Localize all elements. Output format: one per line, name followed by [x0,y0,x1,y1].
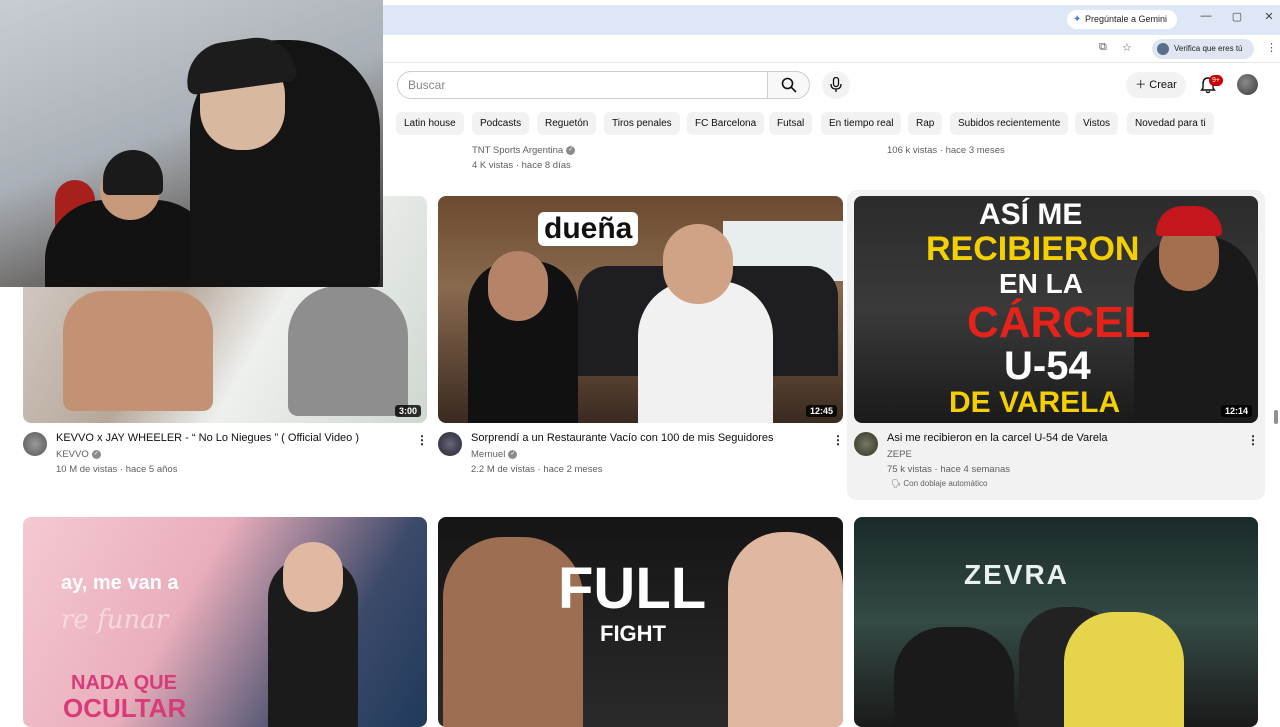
minimize-button[interactable]: — [1198,10,1214,22]
thumb-fighter-right [728,532,843,727]
channel-avatar[interactable] [23,432,47,456]
video-title[interactable]: Asi me recibieron en la carcel U-54 de V… [887,432,1108,444]
close-window-button[interactable]: ✕ [1261,10,1277,23]
plus-icon: ＋ [1135,79,1150,91]
dub-icon: 🗣 [891,479,904,488]
chip-regueton[interactable]: Reguetón [537,112,597,135]
thumb-face [663,224,733,304]
video-stats: 10 M de vistas · hace 5 años [56,464,178,475]
video-thumbnail-6[interactable]: ZEVRA [854,517,1258,727]
video-stats: 75 k vistas · hace 4 semanas [887,464,1011,475]
account-avatar[interactable] [1237,74,1258,95]
chip-tiros-penales[interactable]: Tiros penales [604,112,680,135]
thumb-face [283,542,343,612]
thumb-overlay-line: EN LA [999,268,1083,299]
chip-podcasts[interactable]: Podcasts [472,112,530,135]
video-thumbnail-4[interactable]: ay, me van a re funar NADA QUE OCULTAR [23,517,427,727]
thumb-overlay-line: ASÍ ME [979,198,1083,231]
search-button[interactable] [767,71,810,99]
verified-icon: ✓ [566,145,576,155]
notification-badge: 9+ [1209,75,1223,86]
more-actions-icon[interactable]: ⋮ [1247,433,1259,447]
chip-latin-house[interactable]: Latin house [396,112,464,135]
video-duration: 12:14 [1220,405,1252,417]
ask-gemini-button[interactable]: ✦ Pregúntale a Gemini [1067,10,1177,29]
more-actions-icon[interactable]: ⋮ [416,433,428,447]
gemini-label: Pregúntale a Gemini [1085,14,1168,24]
thumb-overlay-text: OCULTAR [63,693,187,723]
browser-menu-icon[interactable]: ⋮ [1266,41,1277,54]
verified-icon: ✓ [91,449,101,459]
thumb-overlay-line: DE VARELA [949,386,1121,419]
thumb-figure [288,286,408,416]
thumb-overlay-text: NADA QUE [71,672,177,694]
thumb-overlay-text: re funar [61,605,169,635]
webcam-cap [103,150,163,195]
address-bar[interactable] [383,35,1280,63]
prev-video-stats: 4 K vistas · hace 8 días [472,160,571,171]
thumb-figure [894,627,1014,727]
prev-video-channel[interactable]: TNT Sports Argentina ✓ [472,145,576,156]
thumb-figure [1064,612,1184,727]
more-actions-icon[interactable]: ⋮ [832,433,844,447]
chip-subidos-recientemente[interactable]: Subidos recientemente [950,112,1069,135]
chip-rap[interactable]: Rap [908,112,943,135]
thumb-overlay-line: CÁRCEL [967,298,1151,347]
video-stats: 2.2 M de vistas · hace 2 meses [471,464,603,475]
thumb-cap [1156,206,1222,236]
thumb-overlay-text: FIGHT [600,621,666,646]
voice-search-button[interactable] [822,71,850,99]
verify-profile-button[interactable]: Verifica que eres tú [1152,39,1254,59]
channel-avatar[interactable] [854,432,878,456]
thumb-overlay-text: ay, me van a [61,572,179,594]
thumb-overlay-text: ZEVRA [964,559,1069,590]
create-label: Crear [1149,79,1177,91]
video-title[interactable]: KEVVO x JAY WHEELER - “ No Lo Niegues ” … [56,432,359,444]
channel-name[interactable]: Mernuel ✓ [471,449,518,460]
video-duration: 3:00 [394,405,421,417]
create-button[interactable]: ＋ Crear [1126,72,1186,98]
chip-futsal[interactable]: Futsal [769,112,813,135]
chip-fc-barcelona[interactable]: FC Barcelona [687,112,765,135]
mic-icon [830,77,842,92]
verified-icon: ✓ [508,449,518,459]
gemini-sparkle-icon: ✦ [1073,14,1082,25]
scrollbar-thumb[interactable] [1274,410,1278,424]
bookmark-star-icon[interactable]: ☆ [1122,41,1132,54]
video-thumbnail-3[interactable]: ASÍ ME RECIBIERON EN LA CÁRCEL U-54 DE V… [854,196,1258,423]
channel-name[interactable]: KEVVO ✓ [56,449,101,460]
channel-name[interactable]: ZEPE [887,449,912,460]
thumb-overlay-text: dueña [538,212,639,246]
chip-en-tiempo-real[interactable]: En tiempo real [821,112,902,135]
chip-vistos[interactable]: Vistos [1075,112,1119,135]
search-input[interactable]: Buscar [397,71,768,99]
video-thumbnail-2[interactable]: dueña 12:45 [438,196,843,423]
thumb-overlay-line: RECIBIERON [926,230,1140,268]
prev-video-stats-2: 106 k vistas · hace 3 meses [887,145,1005,156]
video-thumbnail-5[interactable]: FULL FIGHT [438,517,843,727]
thumb-overlay-text: FULL [558,556,707,621]
webcam-overlay [0,0,383,287]
thumb-figure [63,291,213,411]
thumb-overlay-line: U-54 [1004,344,1091,388]
auto-dub-badge: 🗣 Con doblaje automático [891,479,988,488]
channel-avatar[interactable] [438,432,462,456]
profile-avatar-icon [1157,43,1169,55]
video-duration: 12:45 [805,405,837,417]
verify-label: Verifica que eres tú [1174,44,1243,53]
video-title[interactable]: Sorprendí a un Restaurante Vacío con 100… [471,432,773,444]
search-icon [781,77,797,93]
install-app-icon[interactable]: ⧉ [1099,41,1107,54]
maximize-button[interactable]: ▢ [1229,10,1245,23]
thumb-face [488,251,548,321]
chip-novedad-para-ti[interactable]: Novedad para ti [1127,112,1214,135]
